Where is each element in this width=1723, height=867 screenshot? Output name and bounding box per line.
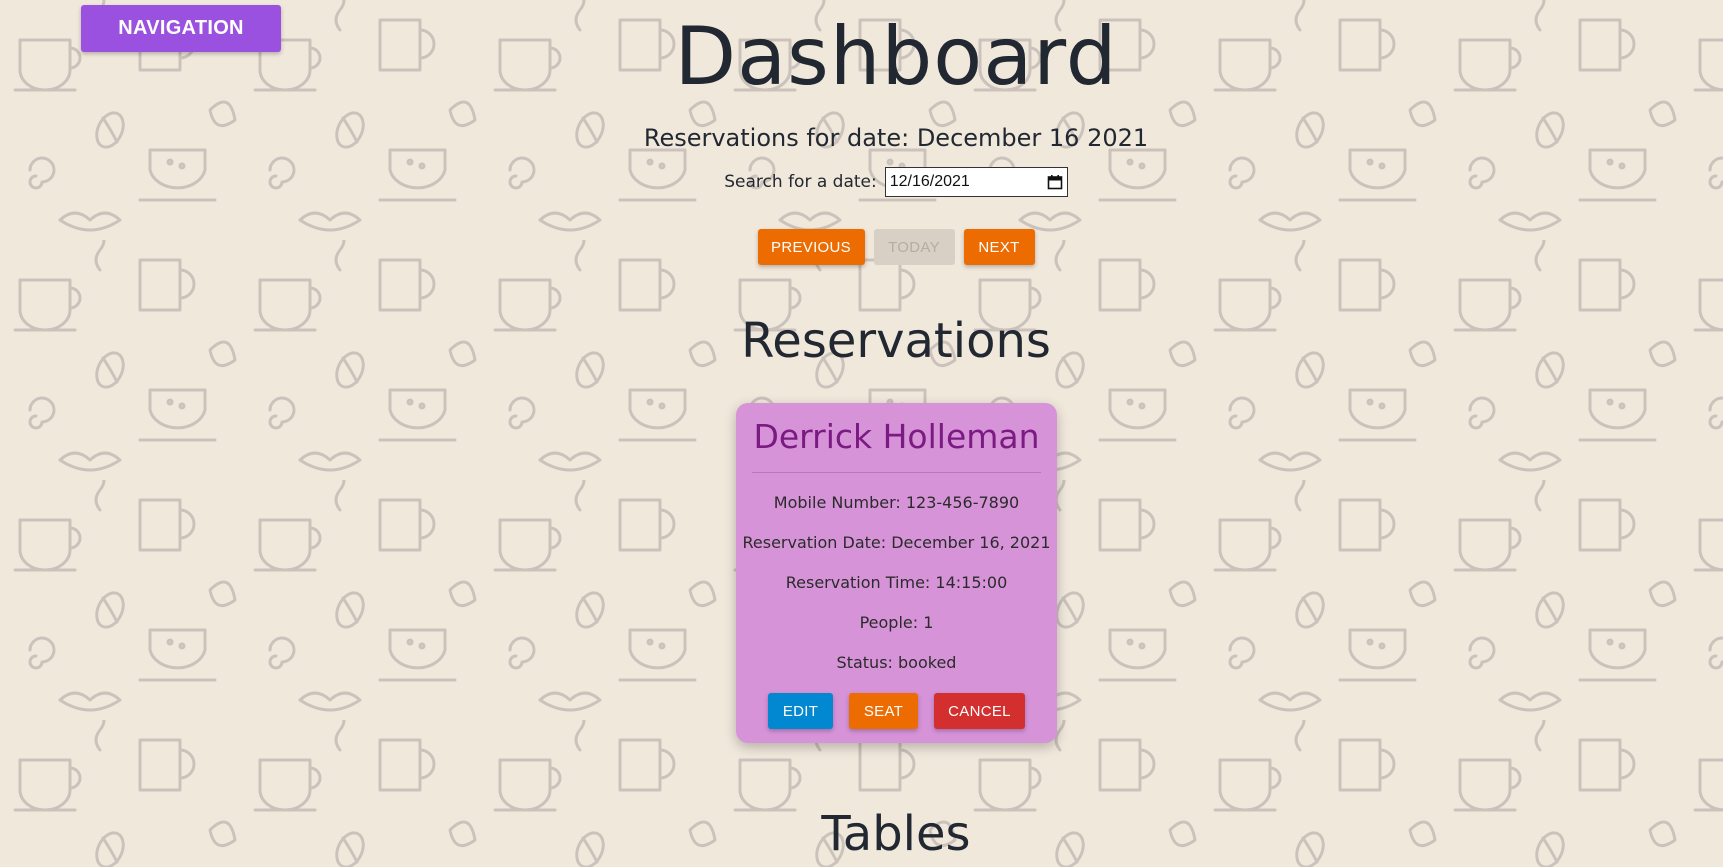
reservation-actions: EDIT SEAT CANCEL (736, 693, 1057, 729)
day-navigation: PREVIOUS TODAY NEXT (0, 229, 1723, 265)
reservations-title: Reservations (741, 313, 1051, 369)
tables-title: Tables (821, 806, 971, 862)
reservation-date: Reservation Date: December 16, 2021 (742, 533, 1051, 552)
previous-day-button[interactable]: PREVIOUS (757, 229, 865, 265)
search-date-label: Search for a date: (724, 172, 877, 192)
today-button: TODAY (873, 229, 955, 265)
reservation-card: Derrick Holleman Mobile Number: 123-456-… (736, 403, 1057, 743)
edit-button[interactable]: EDIT (768, 693, 833, 729)
seat-button[interactable]: SEAT (849, 693, 918, 729)
reservation-people: People: 1 (859, 613, 934, 632)
cancel-button[interactable]: CANCEL (934, 693, 1025, 729)
reservation-time: Reservation Time: 14:15:00 (785, 573, 1008, 592)
search-date-input[interactable]: 12/16/2021 (884, 167, 1068, 197)
next-day-button[interactable]: NEXT (963, 229, 1035, 265)
date-search-row: Search for a date: 12/16/2021 (0, 167, 1723, 197)
reservation-mobile: Mobile Number: 123-456-7890 (773, 493, 1020, 512)
reservation-name: Derrick Holleman (752, 417, 1041, 473)
reservations-date-heading: Reservations for date: December 16 2021 (643, 124, 1149, 152)
calendar-icon[interactable] (1047, 174, 1063, 190)
page-title: Dashboard (674, 10, 1118, 103)
search-date-value: 12/16/2021 (889, 173, 970, 190)
reservation-status: Status: booked (836, 653, 957, 672)
